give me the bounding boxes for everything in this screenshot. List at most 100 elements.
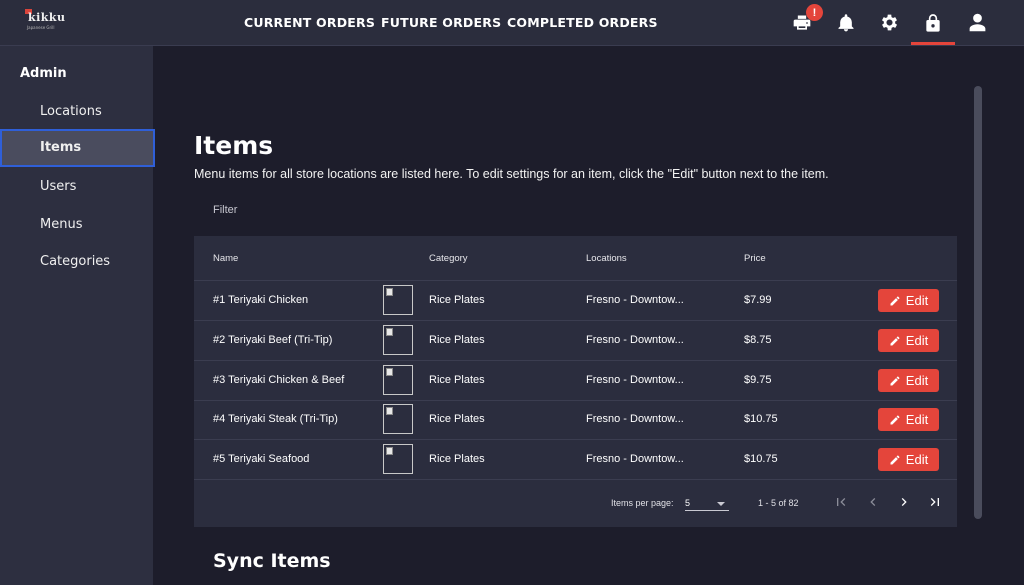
edit-button-label: Edit <box>905 333 929 348</box>
table-header: Name Category Locations Price <box>194 236 957 281</box>
main-scrollbar[interactable] <box>974 86 982 519</box>
broken-image-icon <box>386 407 393 415</box>
edit-button[interactable]: Edit <box>878 329 939 352</box>
edit-button-label: Edit <box>905 373 929 388</box>
edit-button[interactable]: Edit <box>878 408 939 431</box>
settings-button[interactable] <box>867 0 911 45</box>
lock-icon <box>926 14 940 32</box>
bell-icon <box>838 13 854 31</box>
page-range-label: 1 - 5 of 82 <box>758 498 799 508</box>
last-page-button[interactable] <box>922 489 948 515</box>
item-category: Rice Plates <box>429 413 485 425</box>
filter-input[interactable]: Filter <box>213 204 237 216</box>
sidebar-item-items[interactable]: Items <box>0 129 155 167</box>
column-header-category[interactable]: Category <box>429 253 468 264</box>
sidebar: Admin Locations Items Users Menus Catego… <box>0 46 155 585</box>
column-header-locations[interactable]: Locations <box>586 253 627 264</box>
pencil-icon <box>890 295 900 305</box>
last-page-icon <box>930 498 939 506</box>
next-page-button[interactable] <box>891 489 917 515</box>
sidebar-item-locations[interactable]: Locations <box>0 93 153 131</box>
column-header-name[interactable]: Name <box>213 253 238 264</box>
logo-title: kikku <box>28 11 66 24</box>
edit-button[interactable]: Edit <box>878 369 939 392</box>
top-bar: kikku Japanese Grill CURRENT ORDERS FUTU… <box>0 0 1024 46</box>
previous-page-button[interactable] <box>860 489 886 515</box>
pencil-icon <box>890 335 900 345</box>
chevron-right-icon <box>901 498 907 506</box>
notifications-button[interactable] <box>824 0 868 45</box>
sync-items-heading: Sync Items <box>213 550 331 572</box>
main-content: Items Menu items for all store locations… <box>153 46 1024 585</box>
item-price: $10.75 <box>744 413 778 425</box>
items-per-page-label: Items per page: <box>611 498 674 508</box>
item-locations: Fresno - Downtow... <box>586 413 684 425</box>
item-category: Rice Plates <box>429 334 485 346</box>
item-locations: Fresno - Downtow... <box>586 294 684 306</box>
item-locations: Fresno - Downtow... <box>586 374 684 386</box>
item-locations: Fresno - Downtow... <box>586 334 684 346</box>
edit-button[interactable]: Edit <box>878 289 939 312</box>
user-icon <box>969 13 985 32</box>
edit-button-label: Edit <box>905 452 929 467</box>
item-locations: Fresno - Downtow... <box>586 453 684 465</box>
item-name: #4 Teriyaki Steak (Tri-Tip) <box>213 413 338 425</box>
items-per-page-value: 5 <box>685 498 691 508</box>
items-table: Name Category Locations Price #1 Teriyak… <box>194 236 957 527</box>
first-page-button[interactable] <box>828 489 854 515</box>
chevron-down-icon <box>717 502 725 506</box>
pencil-icon <box>890 454 900 464</box>
nav-current-orders[interactable]: CURRENT ORDERS <box>244 0 375 45</box>
nav-completed-orders[interactable]: COMPLETED ORDERS <box>507 0 658 45</box>
active-tab-indicator <box>911 42 955 45</box>
page-description: Menu items for all store locations are l… <box>194 167 829 181</box>
edit-button-label: Edit <box>905 293 929 308</box>
admin-lock-button[interactable] <box>911 0 955 45</box>
sidebar-heading: Admin <box>20 66 67 81</box>
item-name: #2 Teriyaki Beef (Tri-Tip) <box>213 334 333 346</box>
item-name: #3 Teriyaki Chicken & Beef <box>213 374 345 386</box>
item-image <box>383 325 413 355</box>
table-row: #4 Teriyaki Steak (Tri-Tip) Rice Plates … <box>194 400 957 440</box>
printer-alert-badge: ! <box>806 4 823 21</box>
sidebar-item-users[interactable]: Users <box>0 168 153 206</box>
edit-button[interactable]: Edit <box>878 448 939 471</box>
item-category: Rice Plates <box>429 453 485 465</box>
item-price: $8.75 <box>744 334 772 346</box>
logo-subtitle: Japanese Grill <box>27 25 55 30</box>
broken-image-icon <box>386 288 393 296</box>
broken-image-icon <box>386 368 393 376</box>
brand-logo[interactable]: kikku Japanese Grill <box>24 9 65 35</box>
column-header-price[interactable]: Price <box>744 253 766 264</box>
account-button[interactable] <box>955 0 999 45</box>
first-page-icon <box>837 498 846 506</box>
item-price: $7.99 <box>744 294 772 306</box>
gear-icon <box>881 14 897 31</box>
nav-future-orders[interactable]: FUTURE ORDERS <box>381 0 501 45</box>
item-image <box>383 444 413 474</box>
edit-button-label: Edit <box>905 412 929 427</box>
item-image <box>383 285 413 315</box>
table-row: #3 Teriyaki Chicken & Beef Rice Plates F… <box>194 361 957 401</box>
broken-image-icon <box>386 447 393 455</box>
paginator: Items per page: 5 1 - 5 of 82 <box>194 480 957 527</box>
item-price: $9.75 <box>744 374 772 386</box>
items-per-page-select[interactable]: 5 <box>685 493 729 511</box>
pencil-icon <box>890 375 900 385</box>
table-row: #2 Teriyaki Beef (Tri-Tip) Rice Plates F… <box>194 321 957 361</box>
item-image <box>383 404 413 434</box>
chevron-left-icon <box>870 498 876 506</box>
table-row: #1 Teriyaki Chicken Rice Plates Fresno -… <box>194 281 957 321</box>
pencil-icon <box>890 414 900 424</box>
broken-image-icon <box>386 328 393 336</box>
item-category: Rice Plates <box>429 294 485 306</box>
item-name: #5 Teriyaki Seafood <box>213 453 310 465</box>
page-title: Items <box>194 131 274 160</box>
sidebar-item-menus[interactable]: Menus <box>0 206 153 244</box>
sidebar-item-categories[interactable]: Categories <box>0 243 153 281</box>
item-name: #1 Teriyaki Chicken <box>213 294 309 306</box>
printer-button[interactable]: ! <box>780 0 824 45</box>
table-row: #5 Teriyaki Seafood Rice Plates Fresno -… <box>194 440 957 480</box>
item-image <box>383 365 413 395</box>
item-category: Rice Plates <box>429 374 485 386</box>
